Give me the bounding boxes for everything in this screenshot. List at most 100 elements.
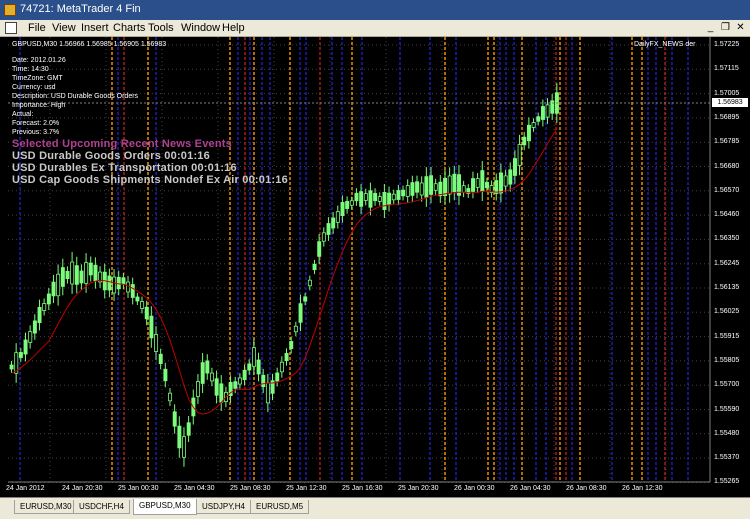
price-tick-label: 1.55805 (714, 356, 740, 364)
event-currency: Currency: usd (12, 84, 56, 91)
candlestick (382, 191, 387, 211)
candlestick (391, 193, 396, 201)
candlestick (480, 170, 485, 192)
candlestick (540, 106, 545, 120)
candlestick (112, 276, 117, 294)
candlestick (354, 192, 359, 202)
price-tick-label: 1.55265 (714, 478, 740, 486)
time-tick-label: 26 Jan 12:30 (622, 485, 663, 492)
menu-help[interactable]: Help (222, 22, 245, 34)
candlestick (261, 374, 266, 388)
candlestick (293, 325, 298, 333)
menu-window[interactable]: Window (181, 22, 220, 34)
candlestick (429, 175, 434, 195)
candlestick (242, 369, 247, 381)
candlestick (140, 301, 145, 309)
menu-tools[interactable]: Tools (148, 22, 174, 34)
event-time: Time: 14:30 (12, 66, 49, 73)
candlestick (438, 181, 443, 197)
tab-gbpusd-m30[interactable]: GBPUSD,M30 (133, 499, 197, 515)
candlestick (107, 275, 112, 291)
menu-view[interactable]: View (52, 22, 76, 34)
candlestick (279, 361, 284, 373)
candlestick (419, 182, 424, 196)
candlestick (196, 381, 201, 397)
price-tick-label: 1.56570 (714, 186, 740, 194)
candlestick (461, 185, 466, 193)
candlestick (200, 362, 205, 384)
price-tick-label: 1.56245 (714, 259, 740, 267)
event-timezone: TimeZone: GMT (12, 75, 63, 82)
candlestick (60, 267, 65, 287)
menu-charts[interactable]: Charts (113, 22, 145, 34)
price-tick-label: 1.56135 (714, 284, 740, 291)
candlestick (471, 178, 476, 192)
event-forecast: Forecast: 2.0% (12, 120, 60, 127)
tab-eurusd-m30[interactable]: EURUSD,M30 (14, 500, 78, 514)
candlestick (18, 352, 23, 358)
time-tick-label: 25 Jan 12:30 (286, 485, 327, 492)
candlestick (182, 436, 187, 458)
candlestick (51, 281, 56, 297)
price-tick-label: 1.55590 (714, 405, 740, 413)
event-date: Date: 2012.01.26 (12, 57, 66, 64)
candlestick (345, 201, 350, 209)
news-item: USD Cap Goods Shipments Nondef Ex Air 00… (12, 174, 288, 186)
candlestick (79, 270, 84, 284)
candlestick (326, 223, 331, 235)
candlestick (424, 176, 429, 198)
price-tick-label: 1.57115 (714, 65, 739, 73)
candlestick (340, 202, 345, 216)
candlestick (331, 217, 336, 229)
candlestick (545, 104, 550, 118)
tab-usdchf-h4[interactable]: USDCHF,H4 (73, 500, 130, 514)
candlestick (387, 192, 392, 206)
close-icon[interactable]: ✕ (735, 22, 746, 33)
price-chart[interactable]: GBPUSD,M30 1.56966 1.56985 1.56905 1.569… (0, 37, 750, 497)
price-tick-label: 1.56895 (714, 113, 740, 121)
candlestick (475, 178, 480, 188)
candlestick (307, 279, 312, 287)
price-tick-label: 1.55915 (714, 332, 740, 340)
candlestick (205, 360, 210, 374)
time-tick-label: 25 Jan 04:30 (174, 485, 215, 492)
chart-window-icon[interactable] (5, 22, 17, 34)
time-tick-label: 26 Jan 00:30 (454, 485, 495, 492)
candlestick (247, 363, 252, 371)
price-tick-label: 1.55370 (714, 454, 740, 462)
menu-bar: File View Insert Charts Tools Window Hel… (0, 20, 750, 37)
time-tick-label: 25 Jan 16:30 (342, 485, 383, 492)
candlestick (23, 339, 28, 355)
time-tick-label: 26 Jan 04:30 (510, 485, 551, 492)
restore-icon[interactable]: ❐ (720, 22, 731, 33)
event-description: Description: USD Durable Goods Orders (12, 93, 139, 100)
candlestick (168, 392, 173, 402)
price-tick-label: 1.55700 (714, 381, 740, 389)
news-header: Selected Upcoming Recent News Events (12, 138, 232, 150)
candlestick (405, 185, 410, 197)
price-tick-label: 1.56785 (714, 138, 740, 146)
candlestick (214, 378, 219, 396)
candlestick (373, 192, 378, 202)
tab-eurusd-m5[interactable]: EURUSD,M5 (250, 500, 310, 514)
candlestick (42, 303, 47, 311)
event-previous: Previous: 3.7% (12, 129, 60, 136)
candlestick (149, 315, 154, 339)
time-tick-label: 25 Jan 08:30 (230, 485, 271, 492)
candlestick (303, 296, 308, 302)
minimize-icon[interactable]: _ (705, 22, 716, 33)
candlestick (396, 190, 401, 200)
candlestick (363, 193, 368, 201)
candlestick (210, 372, 214, 382)
candlestick (443, 177, 448, 197)
candlestick (84, 262, 89, 284)
candlestick (46, 293, 51, 305)
candlestick (284, 353, 289, 361)
tab-usdjpy-h4[interactable]: USDJPY,H4 (196, 500, 251, 514)
menu-file[interactable]: File (28, 22, 46, 34)
title-bar: 74721: MetaTrader 4 Fin (0, 0, 750, 20)
news-item: USD Durables Ex Transportation 00:01:16 (12, 162, 237, 174)
news-item: USD Durable Goods Orders 00:01:16 (12, 150, 210, 162)
candlestick (522, 136, 527, 146)
menu-insert[interactable]: Insert (81, 22, 109, 34)
